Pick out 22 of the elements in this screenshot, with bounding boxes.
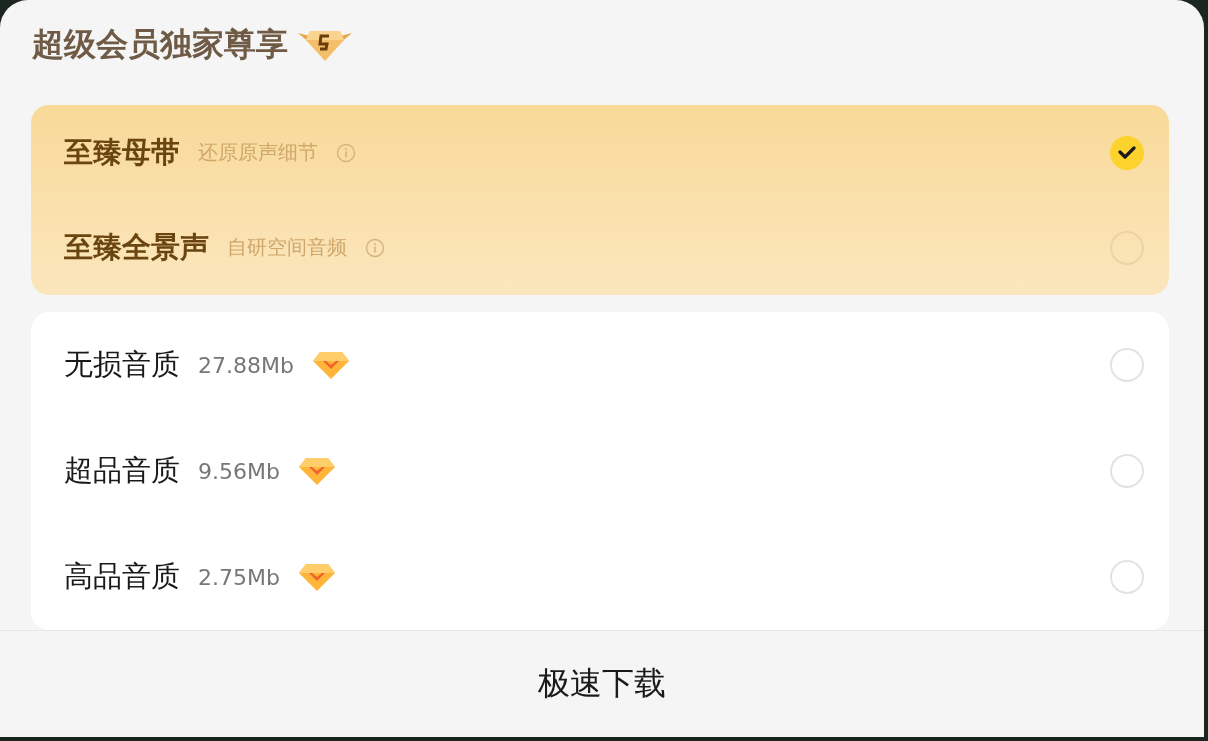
- option-name[interactable]: 高品音质: [64, 557, 180, 597]
- download-button[interactable]: 极速下载: [528, 658, 676, 710]
- option-name[interactable]: 无损音质: [64, 345, 180, 385]
- diamond-icon: [297, 562, 336, 592]
- radio-button[interactable]: [1110, 454, 1144, 488]
- sheet-title: 超级会员独家尊享: [32, 23, 288, 65]
- info-icon[interactable]: [365, 237, 385, 258]
- checkmark-icon: [1118, 145, 1136, 160]
- radio-button[interactable]: [1110, 348, 1144, 382]
- info-icon[interactable]: [336, 142, 356, 163]
- diamond-icon: [311, 350, 350, 380]
- file-size: 9.56Mb: [198, 458, 280, 484]
- radio-button[interactable]: [1110, 560, 1144, 594]
- option-description: 自研空间音频: [227, 234, 347, 261]
- option-name[interactable]: 至臻全景声: [64, 227, 209, 268]
- option-name[interactable]: 至臻母带: [64, 132, 180, 173]
- file-size: 2.75Mb: [198, 564, 280, 590]
- diamond-icon: [297, 456, 336, 486]
- file-size: 27.88Mb: [198, 352, 294, 378]
- option-name[interactable]: 超品音质: [64, 451, 180, 491]
- radio-button[interactable]: [1110, 135, 1144, 170]
- option-description: 还原原声细节: [198, 139, 318, 166]
